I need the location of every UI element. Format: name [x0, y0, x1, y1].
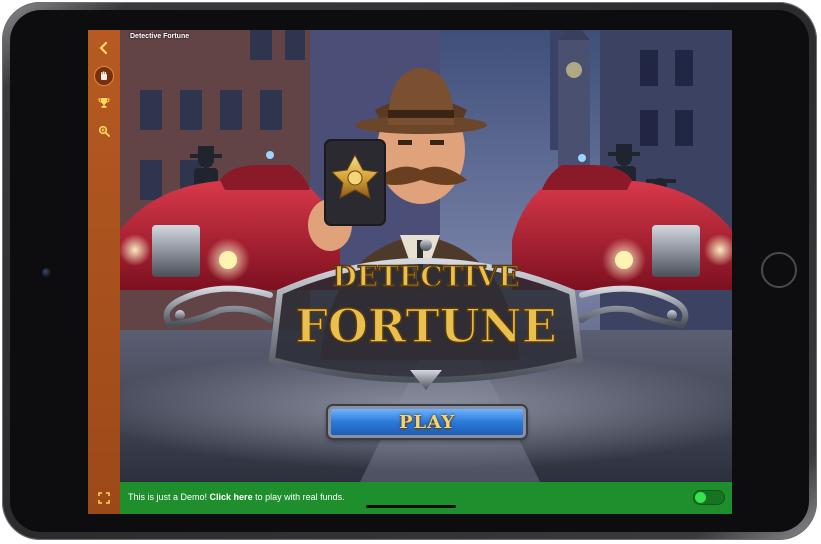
game-sidebar [88, 30, 120, 514]
home-indicator [366, 505, 456, 508]
trophy-button[interactable] [94, 93, 114, 113]
demo-message: This is just a Demo! Click here to play … [128, 492, 345, 502]
play-button[interactable]: PLAY [328, 406, 526, 438]
stop-button[interactable] [94, 66, 114, 86]
demo-toggle[interactable] [693, 490, 725, 505]
game-title: Detective Fortune [130, 33, 190, 40]
real-funds-link[interactable]: Click here [210, 492, 253, 502]
logo-line1: DETECTIVE [332, 260, 519, 293]
search-button[interactable] [94, 121, 114, 141]
logo-line2: FORTUNE [295, 299, 557, 353]
toggle-knob [695, 492, 706, 503]
search-icon [98, 125, 110, 137]
home-button[interactable] [761, 252, 797, 288]
app-screen: DETECTIVE FORTUNE Detective Fortune PLAY… [88, 30, 732, 514]
game-canvas[interactable]: DETECTIVE FORTUNE Detective Fortune PLAY [120, 30, 732, 482]
front-camera [42, 268, 51, 277]
trophy-icon [98, 98, 110, 108]
back-button[interactable] [94, 38, 114, 58]
stop-hand-icon [101, 71, 107, 80]
fullscreen-icon [98, 492, 110, 504]
demo-suffix: to play with real funds. [255, 492, 345, 502]
chevron-left-icon [99, 42, 108, 54]
demo-bar: This is just a Demo! Click here to play … [120, 482, 732, 514]
play-label: PLAY [398, 411, 456, 433]
demo-prefix: This is just a Demo! [128, 492, 208, 502]
fullscreen-button[interactable] [96, 490, 112, 506]
